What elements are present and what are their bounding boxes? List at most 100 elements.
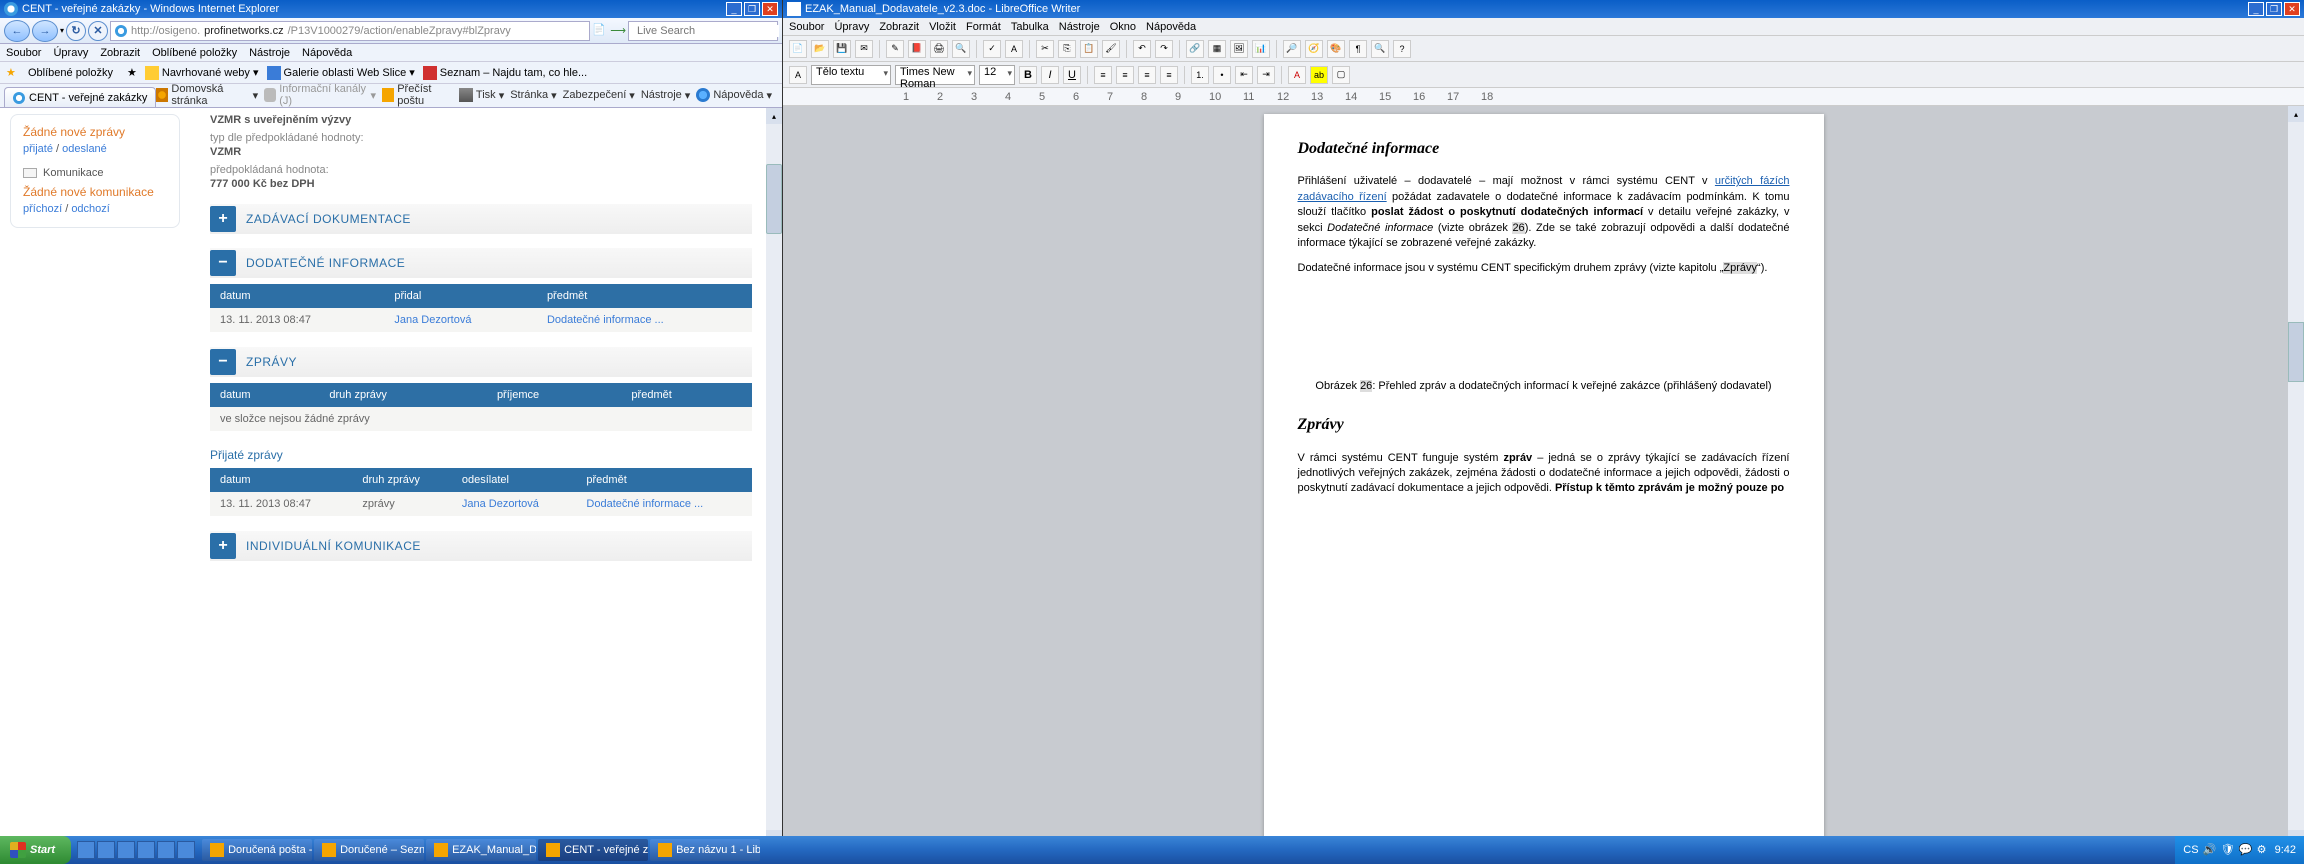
edit-icon[interactable]: ✎ bbox=[886, 40, 904, 58]
underline-icon[interactable]: U bbox=[1063, 66, 1081, 84]
favorites-label[interactable]: Oblíbené položky bbox=[28, 67, 113, 79]
chart-icon[interactable]: 📊 bbox=[1252, 40, 1270, 58]
menu-file[interactable]: Soubor bbox=[6, 47, 41, 59]
lang-indicator[interactable]: CS bbox=[2183, 844, 2198, 856]
cut-icon[interactable]: ✂ bbox=[1036, 40, 1054, 58]
lo-menu-file[interactable]: Soubor bbox=[789, 21, 824, 33]
add-favorite-icon[interactable]: ★ bbox=[127, 66, 137, 79]
menu-view[interactable]: Zobrazit bbox=[100, 47, 140, 59]
table-row[interactable]: 13. 11. 2013 08:47Jana DezortováDodatečn… bbox=[210, 308, 752, 333]
address-bar[interactable]: http://osigeno.profinetworks.cz/P13V1000… bbox=[110, 21, 590, 41]
para-style-combo[interactable]: Tělo textu bbox=[811, 65, 891, 85]
indent-dec-icon[interactable]: ⇤ bbox=[1235, 66, 1253, 84]
ql-icon-6[interactable] bbox=[177, 841, 195, 859]
link-outgoing[interactable]: odchozí bbox=[71, 203, 110, 215]
link-sent[interactable]: odeslané bbox=[62, 143, 107, 155]
tab-cent[interactable]: CENT - veřejné zakázky bbox=[4, 87, 156, 107]
bullet-list-icon[interactable]: • bbox=[1213, 66, 1231, 84]
go-icon[interactable]: ⟶ bbox=[610, 24, 626, 37]
image-icon[interactable]: 🖼 bbox=[1230, 40, 1248, 58]
ql-icon-5[interactable] bbox=[157, 841, 175, 859]
task-seznam[interactable]: Doručené – Seznam E... bbox=[314, 839, 424, 861]
table-icon[interactable]: ▦ bbox=[1208, 40, 1226, 58]
help2-icon[interactable]: ? bbox=[1393, 40, 1411, 58]
align-left-icon[interactable]: ≡ bbox=[1094, 66, 1112, 84]
cmd-safety[interactable]: Zabezpečení ▾ bbox=[563, 89, 635, 102]
lo-menu-table[interactable]: Tabulka bbox=[1011, 21, 1049, 33]
tray-icon-4[interactable]: ⚙ bbox=[2257, 843, 2271, 857]
align-justify-icon[interactable]: ≡ bbox=[1160, 66, 1178, 84]
cmd-feeds[interactable]: Informační kanály (J) ▾ bbox=[264, 83, 376, 107]
collapse-messages-button[interactable]: − bbox=[210, 349, 236, 375]
link-subj[interactable]: Dodatečné informace ... bbox=[586, 498, 703, 510]
bg-color-icon[interactable]: ▢ bbox=[1332, 66, 1350, 84]
menu-tools[interactable]: Nástroje bbox=[249, 47, 290, 59]
undo-icon[interactable]: ↶ bbox=[1133, 40, 1151, 58]
font-name-combo[interactable]: Times New Roman bbox=[895, 65, 975, 85]
redo-icon[interactable]: ↷ bbox=[1155, 40, 1173, 58]
align-center-icon[interactable]: ≡ bbox=[1116, 66, 1134, 84]
task-ezak-doc[interactable]: EZAK_Manual_Dodav... bbox=[426, 839, 536, 861]
zoom-icon[interactable]: 🔍 bbox=[1371, 40, 1389, 58]
forward-button[interactable]: → bbox=[32, 20, 58, 42]
task-cent[interactable]: CENT - veřejné zakáz... bbox=[538, 839, 648, 861]
back-button[interactable]: ← bbox=[4, 20, 30, 42]
nonprint-icon[interactable]: ¶ bbox=[1349, 40, 1367, 58]
taskbar-clock[interactable]: 9:42 bbox=[2275, 844, 2296, 856]
lo-menu-view[interactable]: Zobrazit bbox=[879, 21, 919, 33]
expand-docs-button[interactable]: + bbox=[210, 206, 236, 232]
menu-favorites[interactable]: Oblíbené položky bbox=[152, 47, 237, 59]
lo-menu-tools[interactable]: Nástroje bbox=[1059, 21, 1100, 33]
stop-button[interactable]: ✕ bbox=[88, 21, 108, 41]
scroll-thumb[interactable] bbox=[766, 164, 782, 234]
pdf-icon[interactable]: 📕 bbox=[908, 40, 926, 58]
ql-icon-4[interactable] bbox=[137, 841, 155, 859]
table-row[interactable]: 13. 11. 2013 08:47zprávyJana DezortováDo… bbox=[210, 492, 752, 517]
save-icon[interactable]: 💾 bbox=[833, 40, 851, 58]
highlight-icon[interactable]: ab bbox=[1310, 66, 1328, 84]
tray-icon-3[interactable]: 💬 bbox=[2239, 843, 2253, 857]
cmd-page[interactable]: Stránka ▾ bbox=[510, 89, 556, 102]
lo-restore-button[interactable]: ❐ bbox=[2266, 2, 2282, 16]
font-color-icon[interactable]: A bbox=[1288, 66, 1306, 84]
lo-minimize-button[interactable]: _ bbox=[2248, 2, 2264, 16]
navigator-icon[interactable]: 🧭 bbox=[1305, 40, 1323, 58]
expand-individual-button[interactable]: + bbox=[210, 533, 236, 559]
format-paint-icon[interactable]: 🖌 bbox=[1102, 40, 1120, 58]
spellcheck-icon[interactable]: ✓ bbox=[983, 40, 1001, 58]
autospell-icon[interactable]: A bbox=[1005, 40, 1023, 58]
paste-icon[interactable]: 📋 bbox=[1080, 40, 1098, 58]
open-icon[interactable]: 📂 bbox=[811, 40, 829, 58]
lo-menu-edit[interactable]: Úpravy bbox=[834, 21, 869, 33]
start-button[interactable]: Start bbox=[0, 836, 71, 864]
ie-scrollbar[interactable]: ▴ ▾ bbox=[766, 108, 782, 846]
lo-menu-format[interactable]: Formát bbox=[966, 21, 1001, 33]
link-received[interactable]: přijaté bbox=[23, 143, 53, 155]
link-sender[interactable]: Jana Dezortová bbox=[462, 498, 539, 510]
ql-icon-1[interactable] bbox=[77, 841, 95, 859]
search-input[interactable] bbox=[637, 25, 779, 37]
task-outlook[interactable]: Doručená pošta - Out... bbox=[202, 839, 312, 861]
hyperlink-icon[interactable]: 🔗 bbox=[1186, 40, 1204, 58]
bold-icon[interactable]: B bbox=[1019, 66, 1037, 84]
close-button[interactable]: ✕ bbox=[762, 2, 778, 16]
lo-scroll-thumb[interactable] bbox=[2288, 322, 2304, 382]
styles-icon[interactable]: A bbox=[789, 66, 807, 84]
history-dropdown-icon[interactable]: ▾ bbox=[60, 26, 64, 35]
favorites-star-icon[interactable]: ★ bbox=[6, 66, 20, 80]
ql-icon-2[interactable] bbox=[97, 841, 115, 859]
copy-icon[interactable]: ⎘ bbox=[1058, 40, 1076, 58]
maximize-button[interactable]: ❐ bbox=[744, 2, 760, 16]
cmd-print[interactable]: Tisk ▾ bbox=[459, 88, 504, 102]
ql-icon-3[interactable] bbox=[117, 841, 135, 859]
lo-page[interactable]: Dodatečné informace Přihlášení uživatelé… bbox=[1264, 114, 1824, 838]
task-untitled[interactable]: Bez názvu 1 - LibreO... bbox=[650, 839, 760, 861]
menu-edit[interactable]: Úpravy bbox=[53, 47, 88, 59]
collapse-additional-button[interactable]: − bbox=[210, 250, 236, 276]
cmd-mail[interactable]: Přečíst poštu bbox=[382, 83, 453, 107]
font-size-combo[interactable]: 12 bbox=[979, 65, 1015, 85]
numbered-list-icon[interactable]: 1. bbox=[1191, 66, 1209, 84]
cmd-tools[interactable]: Nástroje ▾ bbox=[641, 89, 691, 102]
refresh-button[interactable]: ↻ bbox=[66, 21, 86, 41]
italic-icon[interactable]: I bbox=[1041, 66, 1059, 84]
